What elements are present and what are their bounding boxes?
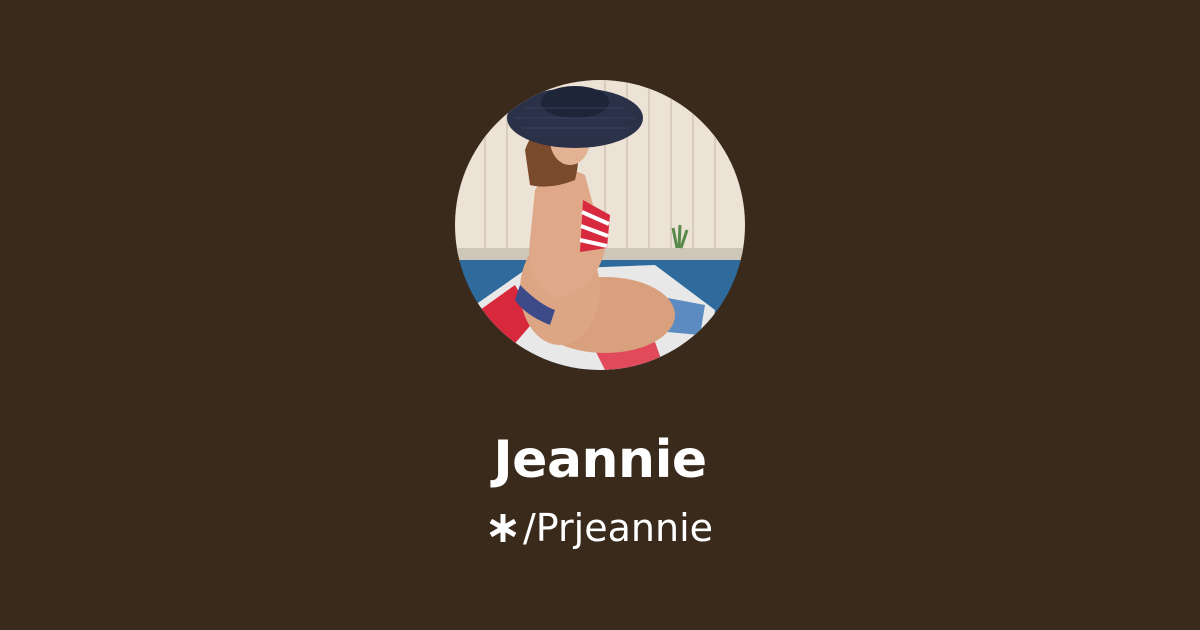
avatar-photo	[455, 80, 745, 370]
profile-avatar	[455, 80, 745, 370]
profile-handle-link[interactable]: /Prjeannie	[0, 503, 1200, 553]
linktree-asterisk-icon	[489, 514, 517, 542]
profile-name: Jeannie	[493, 430, 707, 490]
profile-handle: /Prjeannie	[523, 506, 713, 550]
